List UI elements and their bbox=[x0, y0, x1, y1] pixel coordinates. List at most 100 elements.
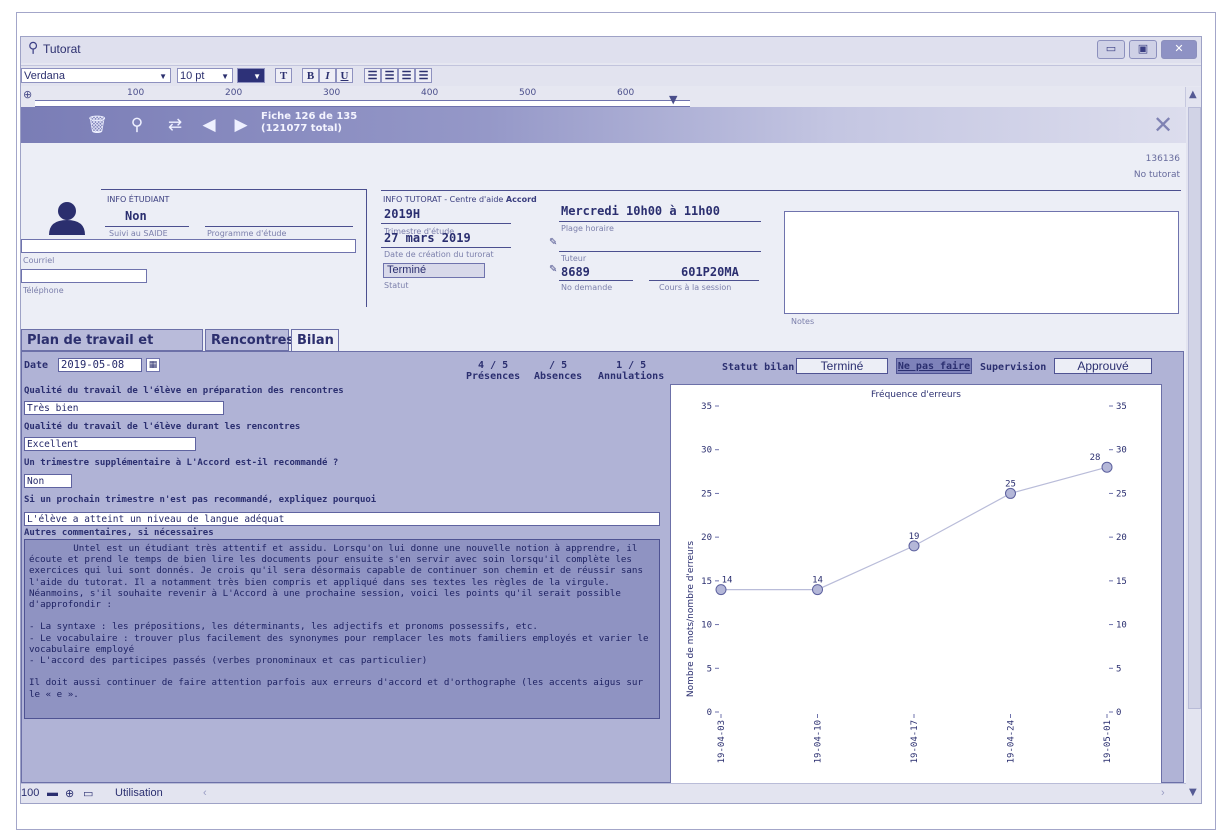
divider bbox=[381, 223, 511, 224]
minimize-button[interactable]: ▭ bbox=[1097, 40, 1125, 59]
ruler-mark: 200 bbox=[225, 88, 243, 98]
scroll-right-icon[interactable]: › bbox=[1161, 787, 1165, 799]
divider bbox=[649, 280, 759, 281]
italic-button[interactable]: I bbox=[319, 68, 336, 83]
scroll-up-icon[interactable]: ▲ bbox=[1189, 89, 1197, 100]
previous-record-icon[interactable]: ◀ bbox=[197, 113, 221, 137]
request-value: 8689 bbox=[561, 265, 590, 279]
ruler-margin-handle[interactable]: ▼ bbox=[669, 93, 677, 106]
tab-bilan[interactable]: Bilan bbox=[291, 329, 339, 353]
y-tick-label-right: 5 bbox=[1116, 664, 1121, 674]
font-size-select[interactable]: 10 pt ▼ bbox=[177, 68, 233, 83]
ruler: ⊕ 100 200 300 400 500 600 ▼ bbox=[21, 87, 1186, 107]
sort-icon[interactable]: ⇄ bbox=[163, 113, 187, 137]
font-select[interactable]: Verdana ▼ bbox=[21, 68, 171, 83]
close-window-button[interactable]: ✕ bbox=[1161, 40, 1197, 59]
date-field[interactable]: 2019-05-08 bbox=[58, 358, 142, 372]
ne-pas-faire-button[interactable]: Ne pas faire bbox=[896, 358, 972, 374]
y-tick-label-left: 15 bbox=[701, 577, 712, 587]
tutor-label: Tuteur bbox=[561, 254, 587, 263]
created-value: 27 mars 2019 bbox=[384, 231, 471, 245]
annulations: 1 / 5 Annulations bbox=[598, 360, 664, 382]
window-title: Tutorat bbox=[43, 42, 81, 56]
statut-bilan-label: Statut bilan bbox=[722, 362, 795, 373]
y-tick-label-right: 0 bbox=[1116, 708, 1121, 718]
comments-textarea[interactable]: Untel est un étudiant très attentif et a… bbox=[24, 539, 660, 719]
x-tick-label: 19-04-10 bbox=[814, 720, 824, 763]
q1-label: Qualité du travail de l'élève en prépara… bbox=[24, 386, 344, 396]
pencil-icon[interactable]: ✎ bbox=[549, 237, 557, 248]
trash-icon[interactable]: 🗑 bbox=[85, 113, 109, 137]
q4-field[interactable]: L'élève a atteint un niveau de langue ad… bbox=[24, 512, 660, 526]
divider bbox=[559, 221, 761, 222]
term-value: 2019H bbox=[384, 207, 421, 221]
phone-field[interactable] bbox=[21, 269, 147, 283]
align-center-icon[interactable]: ☰ bbox=[381, 68, 398, 83]
align-right-icon[interactable]: ☰ bbox=[398, 68, 415, 83]
q1-field[interactable]: Très bien bbox=[24, 401, 224, 415]
chevron-down-icon: ▼ bbox=[221, 72, 229, 81]
x-tick-label: 19-04-17 bbox=[910, 720, 920, 763]
email-label: Courriel bbox=[23, 256, 55, 265]
tutorat-window: ⚲ Tutorat ▭ ▣ ✕ Verdana ▼ 10 pt ▼ ▼ T B I … bbox=[20, 36, 1202, 804]
text-color-select[interactable]: ▼ bbox=[237, 68, 265, 83]
align-left-icon[interactable]: ☰ bbox=[364, 68, 381, 83]
search-icon[interactable]: ⚲ bbox=[125, 113, 149, 137]
ruler-mark: 400 bbox=[421, 88, 439, 98]
pencil-icon[interactable]: ✎ bbox=[549, 264, 557, 275]
zoom-in-icon[interactable]: ⊕ bbox=[65, 787, 74, 800]
data-point bbox=[1005, 487, 1016, 499]
q4-label: Si un prochain trimestre n'est pas recom… bbox=[24, 495, 377, 505]
saide-value: Non bbox=[125, 209, 147, 223]
vertical-scrollbar[interactable]: ▲ ▼ bbox=[1185, 87, 1201, 803]
y-tick-label-left: 30 bbox=[701, 446, 712, 456]
request-label: No demande bbox=[561, 283, 613, 292]
ruler-mark: 600 bbox=[617, 88, 635, 98]
presences: 4 / 5 Présences bbox=[466, 360, 520, 382]
q2-field[interactable]: Excellent bbox=[24, 437, 196, 451]
program-label: Programme d'étude bbox=[207, 229, 287, 238]
next-record-icon[interactable]: ▶ bbox=[229, 113, 253, 137]
scroll-down-icon[interactable]: ▼ bbox=[1189, 787, 1197, 798]
schedule-value: Mercredi 10h00 à 11h00 bbox=[561, 204, 720, 218]
q3-field[interactable]: Non bbox=[24, 474, 72, 488]
y-tick-label-right: 25 bbox=[1116, 489, 1127, 499]
data-point bbox=[1101, 461, 1113, 473]
app-icon: ⚲ bbox=[28, 40, 39, 56]
student-section-title: INFO ÉTUDIANT bbox=[107, 195, 170, 204]
page-view-icon[interactable]: ▭ bbox=[83, 787, 93, 800]
ruler-mark: 100 bbox=[127, 88, 145, 98]
scrollbar-thumb[interactable] bbox=[1188, 107, 1201, 709]
supervision-label: Supervision bbox=[980, 362, 1047, 373]
y-tick-label-left: 25 bbox=[701, 489, 712, 499]
data-label: 14 bbox=[812, 576, 823, 586]
supervision-field[interactable]: Approuvé bbox=[1054, 358, 1152, 374]
absences-value: / 5 bbox=[549, 360, 568, 371]
record-content: 136136 No tutorat INFO ÉTUDIANT Non Suiv… bbox=[21, 143, 1186, 784]
q3-label: Un trimestre supplémentaire à L'Accord e… bbox=[24, 458, 339, 468]
maximize-button[interactable]: ▣ bbox=[1129, 40, 1157, 59]
align-justify-icon[interactable]: ☰ bbox=[415, 68, 432, 83]
tab-rencontres[interactable]: Rencontres bbox=[205, 329, 294, 351]
text-button[interactable]: T bbox=[275, 68, 292, 83]
zoom-out-icon[interactable]: ▬ bbox=[47, 787, 58, 799]
email-field[interactable] bbox=[21, 239, 356, 253]
chevron-down-icon: ▼ bbox=[253, 72, 261, 81]
notes-field[interactable] bbox=[784, 211, 1179, 314]
statut-bilan-field[interactable]: Terminé bbox=[796, 358, 888, 374]
chart-layer: 0 0 5 5 10 10 15 15 20 20 25 25 30 30 35 35 19-04-03 19-0… bbox=[701, 402, 1127, 763]
chevron-down-icon: ▼ bbox=[159, 72, 167, 81]
y-tick-label-right: 10 bbox=[1116, 621, 1127, 631]
scroll-left-icon[interactable]: ‹ bbox=[203, 787, 207, 799]
tab-plan-de-travail[interactable]: Plan de travail et Notes bbox=[21, 329, 203, 369]
divider bbox=[559, 280, 633, 281]
underline-button[interactable]: U bbox=[336, 68, 353, 83]
course-value: 601P20MA bbox=[681, 265, 739, 279]
status-field[interactable]: Terminé bbox=[383, 263, 485, 278]
font-select-value: Verdana bbox=[24, 70, 65, 82]
bold-button[interactable]: B bbox=[302, 68, 319, 83]
status-label: Statut bbox=[384, 281, 409, 290]
close-record-icon[interactable]: ✕ bbox=[1148, 111, 1178, 139]
calendar-icon[interactable]: ▦ bbox=[146, 358, 160, 372]
divider bbox=[205, 226, 353, 227]
